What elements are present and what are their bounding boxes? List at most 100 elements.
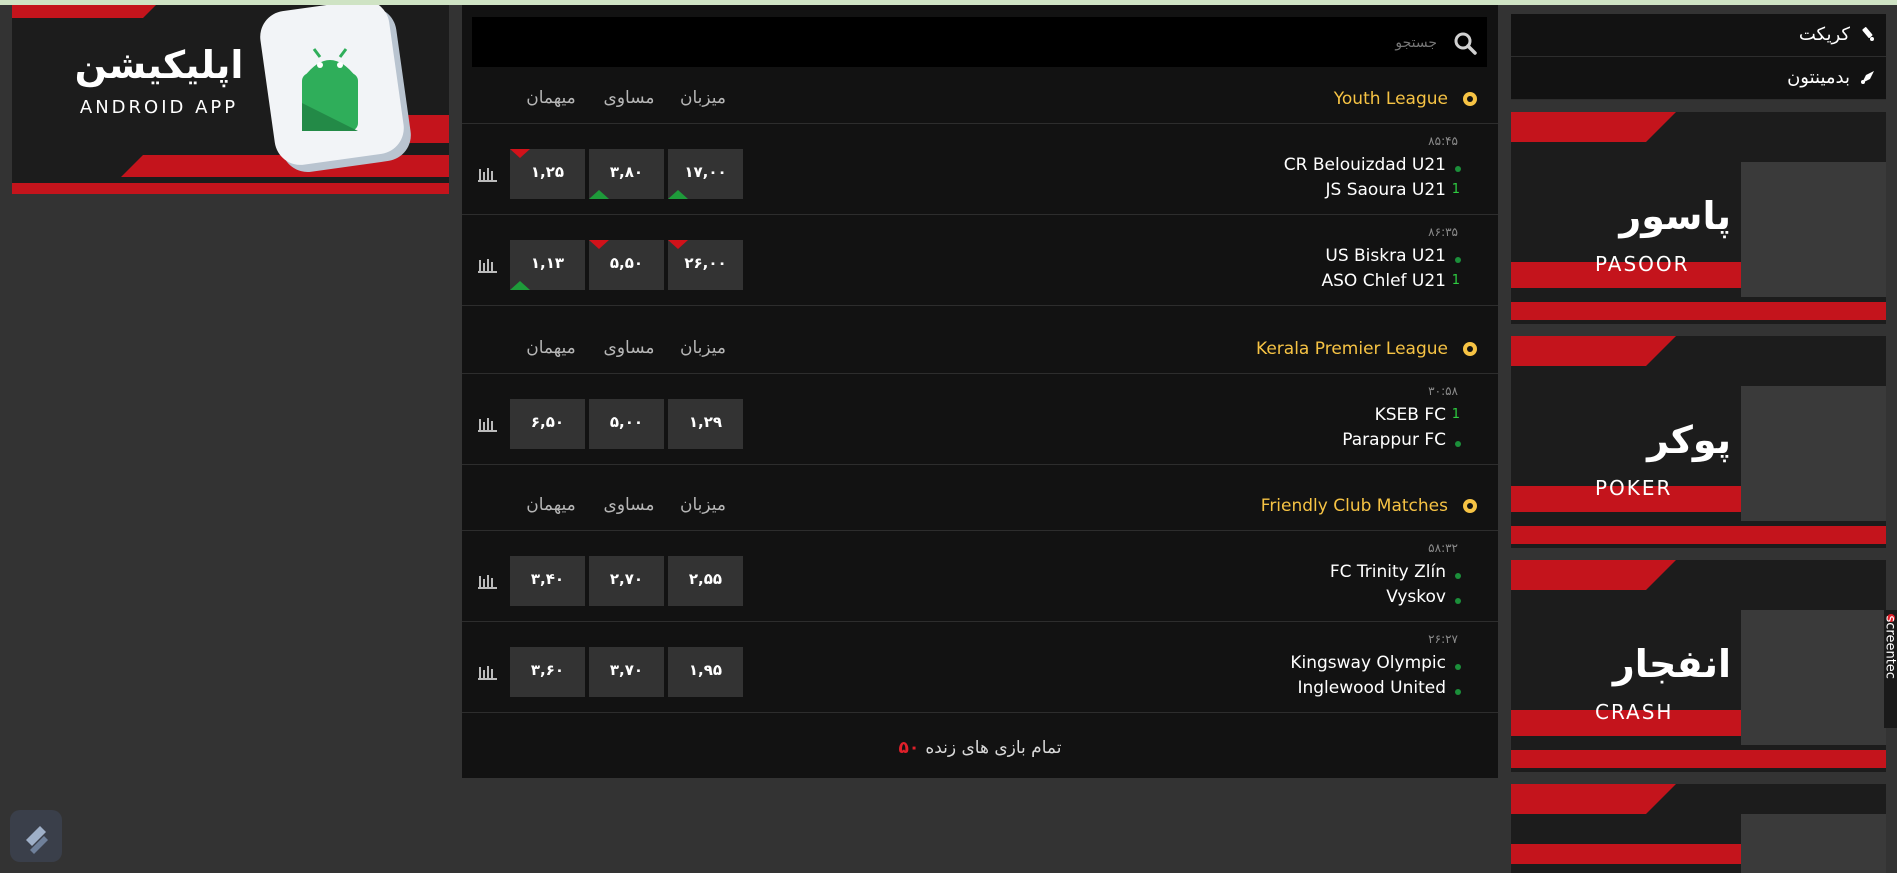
odd-home-button[interactable]: ۱,۹۵ [668,647,743,697]
team-home: US Biskra U21 [1325,246,1446,266]
odd-home-button[interactable]: ۲۶,۰۰ [668,240,743,290]
odd-draw-button[interactable]: ۳,۸۰ [589,149,664,199]
column-draw: مساوی [603,88,655,108]
promo-stripe [1511,112,1676,142]
shuttlecock-icon [1861,71,1874,84]
match-row[interactable]: ۳۰:۵۸ KSEB FC 1 Parappur FC ۱,۲۹ ۵,۰۰ ۶,… [462,374,1498,465]
odd-value: ۲,۷۰ [609,570,644,588]
promo-stripe [1511,302,1886,320]
trend-up-icon [589,190,609,199]
trend-down-icon [589,240,609,249]
promo-stripe [1511,784,1676,814]
match-row[interactable]: ۵۸:۳۲ FC Trinity Zlín Vyskov ۲,۵۵ ۲,۷۰ ۳… [462,531,1498,622]
league-header: Friendly Club Matches میزبان مساوی میهما… [462,482,1498,531]
team-home: FC Trinity Zlín [1329,562,1446,582]
column-away: میهمان [526,338,576,358]
odd-away-button[interactable]: ۱,۱۳ [510,240,585,290]
team-away: Parappur FC [1342,430,1446,450]
all-live-games-label: تمام بازی های زنده۵۰ [899,738,1062,758]
promo-stripe [1511,560,1676,590]
promo-pasoor[interactable]: پاسور PASOOR [1511,112,1886,324]
column-away: میهمان [526,88,576,108]
odd-away-button[interactable]: ۳,۴۰ [510,556,585,606]
sport-label: بدمینتون [1787,67,1850,88]
sport-item-badminton[interactable]: بدمینتون [1511,57,1886,100]
odd-away-button[interactable]: ۳,۶۰ [510,647,585,697]
odd-home-button[interactable]: ۲,۵۵ [668,556,743,606]
odd-value: ۵,۵۰ [609,254,644,272]
search-icon[interactable] [1453,31,1477,55]
sport-label: کریکت [1798,24,1850,45]
stats-bar-icon[interactable] [478,664,498,680]
search-input[interactable] [535,29,1439,57]
android-app-banner[interactable]: اپلیکیشن ANDROID APP [12,5,449,194]
league-name[interactable]: Kerala Premier League [1256,339,1448,359]
odd-value: ۶,۵۰ [530,413,565,431]
sport-list: کریکت بدمینتون [1511,14,1886,100]
stats-bar-icon[interactable] [478,166,498,182]
match-row[interactable]: ۸۵:۴۵ CR Belouizdad U21 JS Saoura U21 1 … [462,124,1498,215]
all-live-games-link[interactable]: تمام بازی های زنده۵۰ [462,718,1498,778]
match-time: ۸۶:۳۵ [1428,225,1458,239]
promo-next[interactable] [1511,784,1886,873]
team-marker: 1 [1451,273,1460,288]
soccer-ball-icon [1463,92,1477,106]
match-time: ۳۰:۵۸ [1428,384,1458,398]
footer-label: تمام بازی های زنده [925,738,1062,758]
odd-draw-button[interactable]: ۲,۷۰ [589,556,664,606]
team-away: JS Saoura U21 [1325,180,1446,200]
team-home: KSEB FC [1374,405,1446,425]
floating-app-button[interactable] [10,810,62,862]
match-row[interactable]: ۲۶:۲۷ Kingsway Olympic Inglewood United … [462,622,1498,713]
stats-bar-icon[interactable] [478,416,498,432]
team-away: ASO Chlef U21 [1321,271,1447,291]
odd-value: ۱,۱۳ [530,254,565,272]
promo-title-en: POKER [1595,476,1673,500]
odd-draw-button[interactable]: ۵,۵۰ [589,240,664,290]
column-home: میزبان [679,338,726,358]
odd-home-button[interactable]: ۱,۲۹ [668,399,743,449]
sport-item-cricket[interactable]: کریکت [1511,14,1886,57]
promo-title-fa: انفجار [1612,642,1731,686]
league-header: Kerala Premier League میزبان مساوی میهما… [462,325,1498,374]
promo-stripe [1511,526,1886,544]
odd-value: ۱,۲۹ [688,413,723,431]
android-robot-icon [302,48,358,131]
team-status-dot [1455,664,1461,670]
soccer-ball-icon [1463,499,1477,513]
team-marker: 1 [1451,182,1460,197]
odd-value: ۵,۰۰ [609,413,644,431]
promo-poker[interactable]: پوکر POKER [1511,336,1886,548]
stats-bar-icon[interactable] [478,257,498,273]
bomb-icon [1741,610,1886,745]
recorder-side-tab[interactable]: screentec [1883,610,1897,728]
promo-stripe [1511,336,1676,366]
odd-value: ۳,۷۰ [609,661,644,679]
promo-crash[interactable]: انفجار CRASH [1511,560,1886,772]
cricket-bat-icon [1862,27,1874,41]
column-home: میزبان [679,88,726,108]
league-name[interactable]: Youth League [1334,89,1448,109]
odd-away-button[interactable]: ۶,۵۰ [510,399,585,449]
match-time: ۲۶:۲۷ [1428,632,1458,646]
banner-title-fa: اپلیکیشن [74,43,244,87]
banner-title-en: ANDROID APP [79,97,239,118]
column-home: میزبان [679,495,726,515]
odd-away-button[interactable]: ۱,۲۵ [510,149,585,199]
promo-title-fa: پاسور [1619,194,1731,238]
odd-value: ۱۷,۰۰ [684,163,727,181]
column-draw: مساوی [603,338,655,358]
match-row[interactable]: ۸۶:۳۵ US Biskra U21 ASO Chlef U21 1 ۲۶,۰… [462,215,1498,306]
team-marker: 1 [1451,407,1460,422]
league-name[interactable]: Friendly Club Matches [1261,496,1448,516]
column-draw: مساوی [603,495,655,515]
stats-bar-icon[interactable] [478,573,498,589]
odd-draw-button[interactable]: ۳,۷۰ [589,647,664,697]
match-time: ۸۵:۴۵ [1428,134,1458,148]
trend-down-icon [510,149,530,158]
odd-value: ۳,۸۰ [609,163,644,181]
league-header: Youth League میزبان مساوی میهمان [462,75,1498,124]
odd-home-button[interactable]: ۱۷,۰۰ [668,149,743,199]
odd-draw-button[interactable]: ۵,۰۰ [589,399,664,449]
team-status-dot [1455,441,1461,447]
